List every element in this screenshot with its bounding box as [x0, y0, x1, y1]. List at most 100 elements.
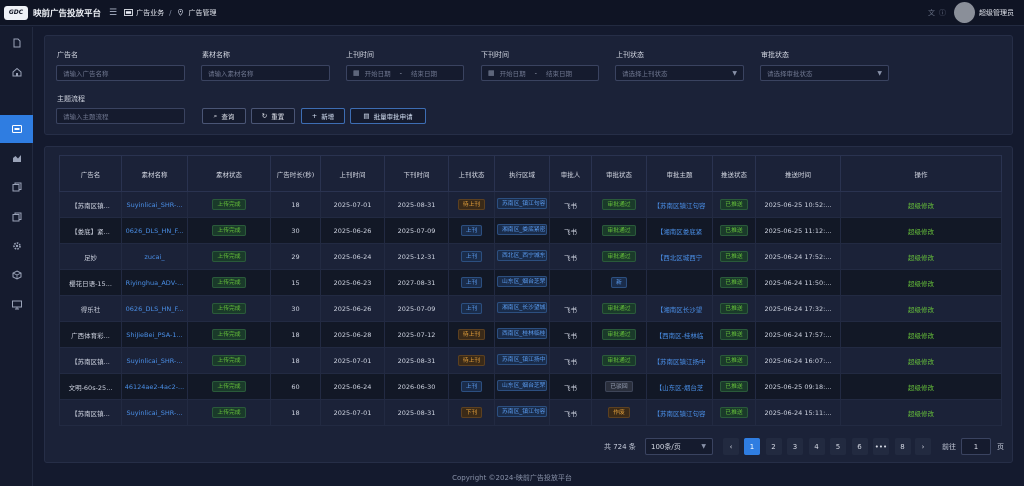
super-edit-link[interactable]: 超级修改 — [840, 321, 1002, 348]
page-button[interactable]: 2 — [765, 438, 782, 455]
page-button[interactable]: 3 — [787, 438, 803, 455]
username[interactable]: 超级管理员 — [979, 8, 1014, 18]
sidebar-item-chart[interactable] — [0, 144, 33, 172]
ad-name-cell: 文明-60s-25... — [59, 373, 122, 400]
material-name-input[interactable]: 请输入素材名称 — [201, 65, 330, 81]
sidebar-item-copy-2[interactable] — [0, 203, 33, 231]
column-header: 审批主题 — [646, 155, 713, 192]
page-size-select[interactable]: 100条/页 ▼ — [645, 438, 713, 455]
material-name-link[interactable]: 46124ae2-4ac2-... — [121, 373, 188, 400]
avatar[interactable] — [954, 2, 975, 23]
info-icon[interactable]: ⓘ — [939, 8, 946, 18]
table-row: 广西体育彩... ShiJieBei_PSA-1... 上传完成 18 2025-06-… — [59, 321, 1002, 348]
table-row: 足妙 zucai_ 上传完成 29 2025-06-24 2025-12-31 上刊 西北区_… — [59, 243, 1002, 270]
duration-cell: 30 — [270, 217, 321, 244]
page-button[interactable]: 8 — [894, 438, 911, 455]
material-name-link[interactable]: zucai_ — [121, 243, 188, 270]
audit-status-select[interactable]: 请选择审批状态 ▼ — [760, 65, 889, 81]
super-edit-link[interactable]: 超级修改 — [840, 399, 1002, 426]
column-header: 执行区域 — [494, 155, 550, 192]
reset-button[interactable]: ↻ 重置 — [251, 108, 295, 124]
online-status-badge: 上刊 — [460, 251, 483, 262]
batch-approval-button[interactable]: ▤ 批量审批申请 — [350, 108, 426, 124]
page-button[interactable]: 1 — [744, 438, 760, 455]
super-edit-link[interactable]: 超级修改 — [840, 269, 1002, 296]
material-name-link[interactable]: ShiJieBei_PSA-1... — [121, 321, 188, 348]
offline-date-range[interactable]: ▦ 开始日期 - 结束日期 — [481, 65, 599, 81]
push-time-cell: 2025-06-25 11:12:... — [755, 217, 841, 244]
push-time-cell: 2025-06-24 11:50:... — [755, 269, 841, 296]
online-date-range[interactable]: ▦ 开始日期 - 结束日期 — [346, 65, 464, 81]
menu-toggle-icon[interactable]: ☰ — [109, 8, 117, 18]
super-edit-link[interactable]: 超级修改 — [840, 217, 1002, 244]
push-time-cell: 2025-06-25 10:52:... — [755, 191, 841, 218]
material-name-link[interactable]: Suyinlicai_SHR-... — [121, 191, 188, 218]
column-header: 推送时间 — [755, 155, 841, 192]
super-edit-link[interactable]: 超级修改 — [840, 191, 1002, 218]
material-name-link[interactable]: Suyinlicai_SHR-... — [121, 399, 188, 426]
copy-icon — [12, 182, 21, 192]
area-badge-cell: 苏南区_镇江扬中 — [494, 347, 550, 374]
material-status-badge-cell: 上传完成 — [187, 295, 271, 322]
add-button[interactable]: + 新增 — [301, 108, 345, 124]
sidebar-item-ad[interactable] — [0, 115, 33, 143]
area-badge-cell: 湘南区_娄底紧密 — [494, 217, 550, 244]
approver-cell: 飞书 — [549, 243, 592, 270]
table-row: 【娄底】紧... 0626_DLS_HN_F... 上传完成 30 2025-06-26… — [59, 217, 1002, 244]
area-badge-cell: 湘南区_长沙望城 — [494, 295, 550, 322]
column-header: 上刊状态 — [448, 155, 495, 192]
material-status-badge-cell: 上传完成 — [187, 243, 271, 270]
approver-cell: 飞书 — [549, 347, 592, 374]
area-badge: 山东区_烟台芝罘 — [497, 276, 547, 287]
online-date-cell: 2025-06-26 — [320, 217, 385, 244]
sidebar-item-document[interactable] — [0, 29, 33, 57]
page-button[interactable]: 5 — [830, 438, 846, 455]
material-name-link[interactable]: Riyinghua_ADV-... — [121, 269, 188, 296]
super-edit-link[interactable]: 超级修改 — [840, 373, 1002, 400]
approver-cell: 飞书 — [549, 321, 592, 348]
next-page-button[interactable]: › — [915, 438, 931, 455]
approver-cell: 飞书 — [549, 373, 592, 400]
date-separator: - — [399, 69, 402, 77]
push-status-badge-cell: 已推送 — [712, 243, 756, 270]
push-status-badge-cell: 已推送 — [712, 373, 756, 400]
breadcrumb-item[interactable]: 广告业务 — [136, 8, 164, 18]
online-status-badge: 上刊 — [460, 277, 483, 288]
prev-page-button[interactable]: ‹ — [723, 438, 739, 455]
more-pages-button[interactable]: ••• — [873, 438, 889, 455]
ad-name-cell: 【苏南区镇... — [59, 347, 122, 374]
goto-page-input[interactable]: 1 — [961, 438, 991, 455]
push-time-cell: 2025-06-24 16:07:... — [755, 347, 841, 374]
ad-name-input[interactable]: 请输入广告名称 — [56, 65, 185, 81]
super-edit-link[interactable]: 超级修改 — [840, 295, 1002, 322]
page-button[interactable]: 6 — [851, 438, 868, 455]
online-status-badge-cell: 待上刊 — [448, 321, 495, 348]
push-status-badge-cell: 已推送 — [712, 321, 756, 348]
super-edit-link[interactable]: 超级修改 — [840, 347, 1002, 374]
table-row: 得乐社 0626_DLS_HN_F... 上传完成 30 2025-06-26 2025-… — [59, 295, 1002, 322]
area-badge: 山东区_烟台芝罘 — [497, 380, 547, 391]
page-button[interactable]: 4 — [808, 438, 825, 455]
sidebar-item-settings[interactable] — [0, 232, 33, 260]
offline-date-cell: 2025-08-31 — [384, 399, 449, 426]
subject-flow-input[interactable]: 请输入主题流程 — [56, 108, 185, 124]
copy-icon — [12, 212, 21, 222]
query-button[interactable]: ⌕ 查询 — [202, 108, 246, 124]
audit-status-badge: 审批通过 — [602, 329, 636, 340]
material-status-badge: 上传完成 — [212, 303, 246, 314]
ad-name-cell: 广西体育彩... — [59, 321, 122, 348]
material-name-link[interactable]: 0626_DLS_HN_F... — [121, 295, 188, 322]
super-edit-link[interactable]: 超级修改 — [840, 243, 1002, 270]
material-status-badge: 上传完成 — [212, 355, 246, 366]
audit-status-badge-cell: 审批通过 — [591, 217, 647, 244]
sidebar-item-cube[interactable] — [0, 261, 33, 289]
sidebar-item-monitor[interactable] — [0, 291, 33, 319]
sidebar-item-copy-1[interactable] — [0, 173, 33, 201]
online-status-select[interactable]: 请选择上刊状态 ▼ — [615, 65, 744, 81]
material-name-link[interactable]: 0626_DLS_HN_F... — [121, 217, 188, 244]
sidebar-item-home[interactable] — [0, 58, 33, 86]
material-name-link[interactable]: Suyinlicai_SHR-... — [121, 347, 188, 374]
translate-icon[interactable]: 文 — [928, 8, 935, 18]
area-badge: 苏南区_镇江句容 — [497, 198, 547, 209]
area-badge-cell: 山东区_烟台芝罘 — [494, 373, 550, 400]
